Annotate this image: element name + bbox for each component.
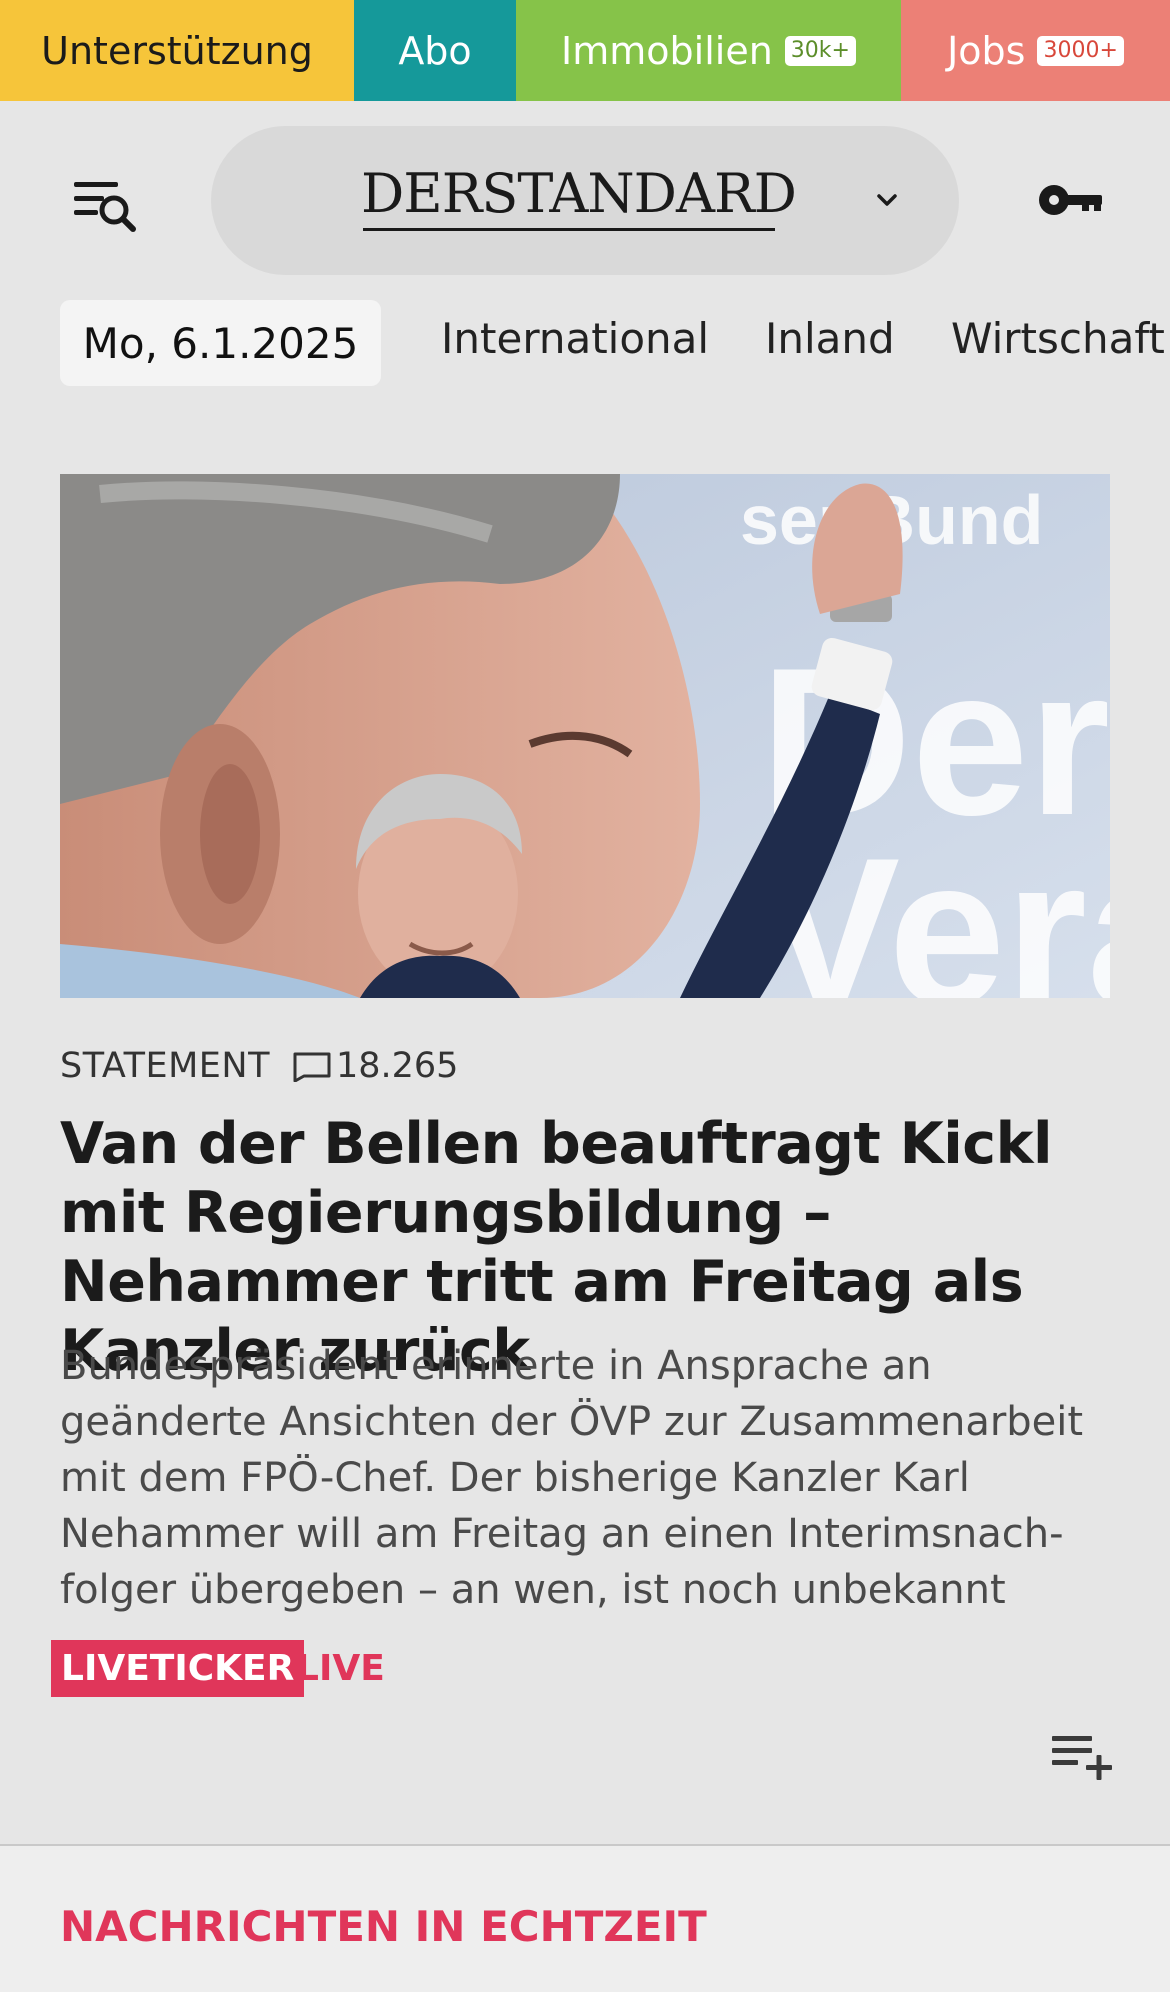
immobilien-count-badge: 30k+ [784, 35, 856, 66]
comment-icon[interactable] [292, 1050, 332, 1082]
key-icon[interactable] [1036, 178, 1106, 222]
add-to-list-icon[interactable] [1050, 1730, 1114, 1780]
jobs-label: Jobs [947, 28, 1026, 73]
liveticker-badge: LIVETICKER [51, 1640, 305, 1697]
jobs-link[interactable]: Jobs 3000+ [901, 0, 1170, 101]
hero-photo: ser Bund Der Vera [60, 474, 1110, 998]
nav-item-inland[interactable]: Inland [765, 314, 895, 363]
chevron-down-icon[interactable] [871, 184, 903, 216]
immobilien-label: Immobilien [561, 28, 773, 73]
article-teaser[interactable]: Bundespräsident erinnerte in Ansprache a… [60, 1338, 1110, 1618]
top-service-bar: Unterstützung Abo Immobilien 30k+ Jobs 3… [0, 0, 1170, 101]
logo-underline [363, 228, 775, 231]
nav-item-wirtschaft[interactable]: Wirtschaft [951, 314, 1165, 363]
jobs-count-badge: 3000+ [1037, 35, 1124, 66]
support-link[interactable]: Unterstützung [0, 0, 354, 101]
live-label: LIVE [296, 1648, 385, 1689]
article-meta: STATEMENT 18.265 [60, 1042, 458, 1090]
nav-item-international[interactable]: International [441, 314, 709, 363]
date-chip[interactable]: Mo, 6.1.2025 [60, 300, 381, 386]
section-title[interactable]: NACHRICHTEN IN ECHTZEIT [60, 1902, 707, 1951]
logo-edition-selector[interactable]: DERSTANDARD [211, 126, 959, 275]
immobilien-link[interactable]: Immobilien 30k+ [516, 0, 901, 101]
site-logo[interactable]: DERSTANDARD [361, 164, 797, 224]
comment-count[interactable]: 18.265 [336, 1046, 458, 1086]
support-label: Unterstützung [41, 28, 313, 73]
abo-link[interactable]: Abo [354, 0, 516, 101]
article-category[interactable]: STATEMENT [60, 1046, 270, 1086]
menu-search-icon[interactable] [70, 176, 142, 240]
article-hero-image[interactable]: ser Bund Der Vera [60, 474, 1110, 998]
abo-label: Abo [398, 28, 472, 73]
